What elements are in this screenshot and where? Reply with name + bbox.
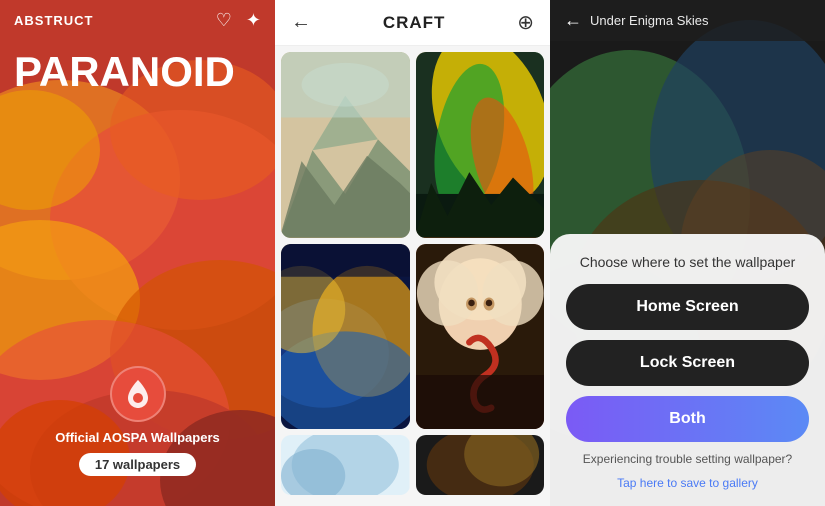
official-text: Official AOSPA Wallpapers xyxy=(55,430,219,445)
right-header-title: Under Enigma Skies xyxy=(590,13,709,28)
wallpaper-thumb-2[interactable] xyxy=(416,52,545,238)
heart-icon[interactable]: ♡ xyxy=(216,10,232,31)
bottom-thumbs-row xyxy=(275,435,550,495)
wallpaper-thumb-6[interactable] xyxy=(416,435,545,495)
both-button[interactable]: Both xyxy=(566,396,809,442)
trouble-text: Experiencing trouble setting wallpaper? xyxy=(566,452,809,466)
craft-title: CRAFT xyxy=(383,13,446,33)
left-bottom-content: Official AOSPA Wallpapers 17 wallpapers xyxy=(0,366,275,476)
grid-icon[interactable]: ✦ xyxy=(246,10,261,31)
dialog-choose-text: Choose where to set the wallpaper xyxy=(566,254,809,270)
middle-panel: ← CRAFT ⊕ xyxy=(275,0,550,506)
app-name: ABSTRUCT xyxy=(14,13,94,28)
right-panel: ← Under Enigma Skies Choose where to set… xyxy=(550,0,825,506)
right-back-icon[interactable]: ← xyxy=(564,10,582,31)
home-screen-button[interactable]: Home Screen xyxy=(566,284,809,330)
wallpaper-grid xyxy=(275,46,550,435)
back-button[interactable]: ← xyxy=(291,11,311,34)
wallpaper-thumb-3[interactable] xyxy=(281,244,410,430)
wallpapers-badge: 17 wallpapers xyxy=(79,453,196,476)
wallpaper-dialog: Choose where to set the wallpaper Home S… xyxy=(550,234,825,506)
gallery-link[interactable]: Tap here to save to gallery xyxy=(566,476,809,490)
left-header: ABSTRUCT ♡ ✦ xyxy=(0,0,275,41)
lock-screen-button[interactable]: Lock Screen xyxy=(566,340,809,386)
craft-settings-icon[interactable]: ⊕ xyxy=(517,10,534,35)
wallpaper-thumb-4[interactable] xyxy=(416,244,545,430)
wallpaper-thumb-5[interactable] xyxy=(281,435,410,495)
right-header: ← Under Enigma Skies xyxy=(550,0,825,41)
aospa-logo xyxy=(110,366,166,422)
middle-header: ← CRAFT ⊕ xyxy=(275,0,550,46)
left-panel: ABSTRUCT ♡ ✦ PARANOID Official AOSPA Wal… xyxy=(0,0,275,506)
paranoid-title: PARANOID xyxy=(0,41,275,103)
wallpaper-thumb-1[interactable] xyxy=(281,52,410,238)
